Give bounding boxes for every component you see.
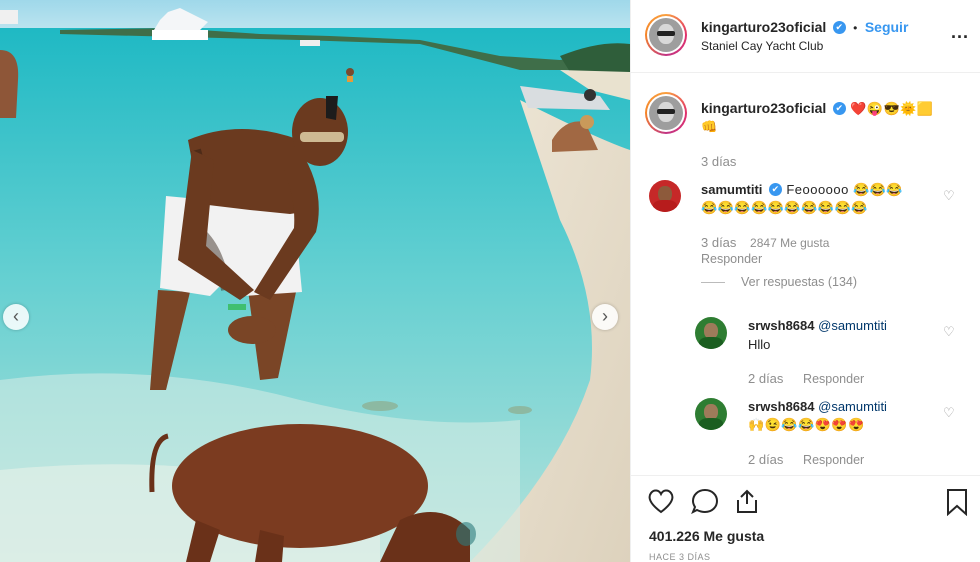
caption-username[interactable]: kingarturo23oficial xyxy=(701,100,826,116)
reply-username[interactable]: srwsh8684 xyxy=(748,318,815,333)
reply-meta: 2 días Responder xyxy=(748,371,864,386)
comment-text-line2: 😂😂😂😂😂😂😂😂😂😂 xyxy=(701,200,868,215)
reply-mention[interactable]: @samumtiti xyxy=(818,318,887,333)
post-timestamp[interactable]: HACE 3 DÍAS xyxy=(649,552,711,562)
reply-button[interactable]: Responder xyxy=(803,372,864,386)
caption-author-avatar[interactable] xyxy=(645,92,687,134)
reply-button[interactable]: Responder xyxy=(701,252,762,266)
chevron-left-icon: ‹ xyxy=(13,306,19,326)
separator-dot: • xyxy=(853,21,858,35)
like-reply-heart-icon[interactable]: ♡ xyxy=(943,405,955,421)
comment-time[interactable]: 3 días xyxy=(701,235,736,250)
reply-author-avatar[interactable] xyxy=(695,317,727,349)
previous-photo-button[interactable]: ‹ xyxy=(3,304,29,330)
author-username[interactable]: kingarturo23oficial xyxy=(701,19,826,35)
like-comment-heart-icon[interactable]: ♡ xyxy=(943,188,955,204)
chevron-right-icon: › xyxy=(602,306,608,326)
post-actions: 401.226 Me gusta HACE 3 DÍAS xyxy=(631,475,980,562)
next-photo-button[interactable]: › xyxy=(592,304,618,330)
post-location[interactable]: Staniel Cay Yacht Club xyxy=(701,39,823,53)
commenter-avatar[interactable] xyxy=(649,180,681,212)
post-photo: ‹ › xyxy=(0,0,630,562)
verified-icon: ✔ xyxy=(832,102,846,116)
like-reply-heart-icon[interactable]: ♡ xyxy=(943,324,955,340)
caption-text-line2: 👊 xyxy=(701,119,718,134)
view-replies-button[interactable]: Ver respuestas (134) xyxy=(701,275,857,289)
comment-likes[interactable]: 2847 Me gusta xyxy=(750,236,829,250)
caption-text: ❤️😜😎🌞🟨 xyxy=(850,101,934,116)
reply-mention[interactable]: @samumtiti xyxy=(818,399,887,414)
verified-icon: ✔ xyxy=(768,183,782,197)
reply-row: srwsh8684 @samumtiti xyxy=(748,318,887,333)
beach-scene-image xyxy=(0,0,630,562)
comment-icon[interactable] xyxy=(691,488,719,514)
comment-row: samumtiti ✔ Feoooooo 😂😂😂 xyxy=(701,181,903,199)
post-header: kingarturo23oficial ✔ • Seguir Staniel C… xyxy=(631,0,980,73)
comment-username[interactable]: samumtiti xyxy=(701,182,762,197)
reply-author-avatar[interactable] xyxy=(695,398,727,430)
heart-icon[interactable] xyxy=(647,488,675,514)
divider-line xyxy=(701,282,725,284)
verified-icon: ✔ xyxy=(832,21,846,35)
view-replies-label: Ver respuestas (134) xyxy=(741,275,858,289)
caption-time[interactable]: 3 días xyxy=(701,154,736,169)
reply-meta: 2 días Responder xyxy=(748,452,864,467)
reply-username[interactable]: srwsh8684 xyxy=(748,399,815,414)
reply-time[interactable]: 2 días xyxy=(748,371,783,386)
header-title-row: kingarturo23oficial ✔ • Seguir xyxy=(701,19,908,37)
reply-button[interactable]: Responder xyxy=(803,453,864,467)
reply-text: Hllo xyxy=(748,337,771,352)
caption-row: kingarturo23oficial ✔ ❤️😜😎🌞🟨 xyxy=(701,100,934,118)
bookmark-icon[interactable] xyxy=(945,488,969,516)
comment-text: Feoooooo 😂😂😂 xyxy=(786,182,904,197)
share-icon[interactable] xyxy=(733,488,761,514)
reply-row: srwsh8684 @samumtiti xyxy=(748,399,887,414)
likes-count[interactable]: 401.226 Me gusta xyxy=(649,528,764,544)
reply-time[interactable]: 2 días xyxy=(748,452,783,467)
more-options-icon[interactable]: ... xyxy=(951,22,969,43)
follow-button[interactable]: Seguir xyxy=(865,19,909,35)
post-side-panel: kingarturo23oficial ✔ • Seguir Staniel C… xyxy=(630,0,980,562)
comments-list[interactable]: kingarturo23oficial ✔ ❤️😜😎🌞🟨 👊 3 días sa… xyxy=(631,74,980,474)
author-avatar[interactable] xyxy=(645,14,687,56)
comment-meta: 3 días 2847 Me gusta xyxy=(701,235,829,250)
reply-text: 🙌😉😂😂😍😍😍 xyxy=(748,417,865,432)
